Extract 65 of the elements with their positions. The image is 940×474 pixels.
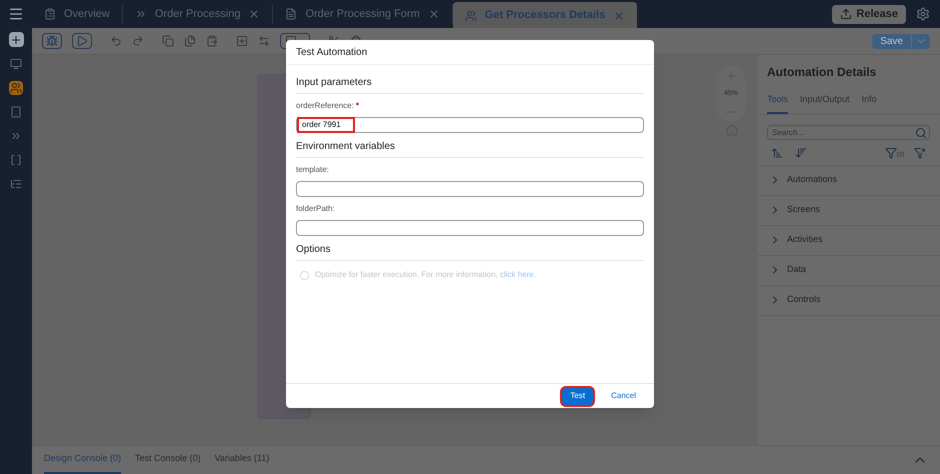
test-button[interactable]: Test — [562, 388, 594, 404]
panel-tab[interactable]: Tools — [767, 93, 788, 114]
duplicate-icon[interactable] — [184, 35, 196, 47]
paste-icon[interactable] — [206, 35, 218, 47]
settings-icon[interactable] — [916, 7, 930, 21]
close-icon[interactable] — [613, 10, 626, 22]
search-icon[interactable] — [915, 126, 927, 138]
section-heading: Environment variables — [296, 139, 644, 158]
people-icon[interactable] — [9, 81, 23, 95]
category-row[interactable]: Data — [757, 256, 940, 286]
monitor-icon[interactable] — [9, 57, 23, 71]
category-row[interactable]: Activities — [757, 226, 940, 256]
field-label: folderPath: — [296, 203, 335, 215]
panel-tab[interactable]: Input/Output — [800, 93, 850, 114]
category-row[interactable]: Controls — [757, 286, 940, 316]
list-icon[interactable] — [9, 177, 23, 191]
console-tab[interactable]: Design Console (0) — [44, 452, 122, 474]
tablet-icon[interactable] — [9, 105, 23, 119]
field-label: template: — [296, 164, 329, 176]
brackets-icon[interactable] — [9, 153, 23, 167]
close-icon[interactable] — [248, 8, 260, 20]
sort-descending-icon[interactable] — [795, 146, 807, 158]
save-options-icon[interactable] — [912, 34, 930, 48]
document-tab[interactable]: Overview — [32, 4, 123, 24]
undo-icon[interactable] — [110, 35, 122, 47]
tab-icon — [285, 8, 298, 20]
category-row[interactable]: Screens — [757, 196, 940, 226]
tab-icon — [464, 10, 477, 22]
option-text: Optimize for faster execution. For more information, click here. — [315, 269, 536, 281]
menu-icon[interactable] — [8, 6, 24, 22]
filter-icon[interactable] — [884, 146, 897, 158]
close-icon[interactable] — [428, 8, 440, 20]
save-button[interactable]: Save — [872, 34, 911, 48]
panel-tab[interactable]: Info — [862, 93, 877, 114]
sort-ascending-icon[interactable] — [771, 146, 783, 158]
required-mark: * — [356, 100, 359, 112]
document-tab[interactable]: Order Processing — [122, 4, 274, 24]
document-tab[interactable]: Get Processors Details — [452, 2, 638, 30]
console-tab[interactable]: Test Console (0) — [135, 452, 201, 474]
dialog-title: Test Automation — [296, 46, 368, 60]
swap-icon[interactable] — [258, 35, 270, 47]
debug-icon[interactable] — [42, 33, 62, 49]
search-field[interactable]: Search... — [767, 124, 930, 140]
document-tab[interactable]: Order Processing Form — [273, 4, 453, 24]
cancel-button[interactable]: Cancel — [603, 388, 644, 404]
field-value: order 7991 — [297, 117, 355, 133]
upload-icon — [840, 8, 852, 20]
section-heading: Input parameters — [296, 75, 644, 94]
field-label: orderReference: — [296, 100, 354, 112]
section-heading: Options — [296, 242, 644, 261]
category-row[interactable]: Automations — [757, 166, 940, 196]
console-tab[interactable]: Variables (11) — [214, 452, 270, 474]
add-icon[interactable] — [8, 32, 24, 47]
input-field[interactable] — [296, 220, 644, 236]
tab-icon — [44, 8, 56, 20]
release-button[interactable]: Release — [832, 4, 906, 24]
clear-filter-icon[interactable] — [914, 146, 926, 158]
play-icon[interactable] — [72, 33, 92, 49]
add-square-icon[interactable] — [236, 35, 248, 47]
panel-title: Automation Details — [766, 64, 878, 81]
input-field[interactable]: order 7991 — [296, 117, 644, 133]
input-field[interactable] — [296, 181, 644, 197]
copy-icon[interactable] — [162, 35, 174, 47]
tab-icon — [134, 8, 147, 20]
redo-icon[interactable] — [132, 35, 144, 47]
